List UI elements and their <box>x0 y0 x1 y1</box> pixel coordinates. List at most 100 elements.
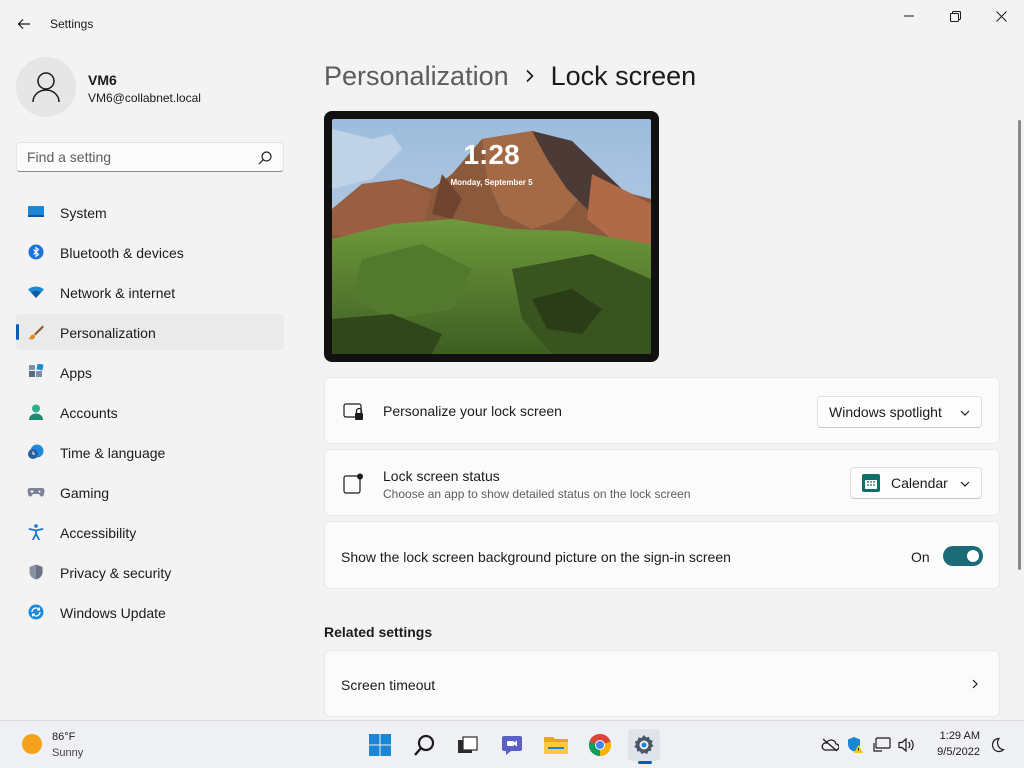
sidebar-item-label: Windows Update <box>60 605 166 621</box>
chrome-button[interactable] <box>584 729 616 761</box>
sidebar-nav: System Bluetooth & devices Network & int… <box>16 194 284 634</box>
page-title: Lock screen <box>550 60 697 91</box>
onedrive-offline-icon[interactable] <box>821 736 839 754</box>
sidebar-item-personalization[interactable]: Personalization <box>16 314 284 350</box>
settings-taskbar-button[interactable] <box>628 729 660 761</box>
sidebar-item-label: Apps <box>60 365 92 381</box>
sidebar-item-time-language[interactable]: Time & language <box>16 434 284 470</box>
signin-background-toggle[interactable] <box>943 546 983 566</box>
focus-assist-moon-icon[interactable] <box>988 736 1006 754</box>
status-icon <box>343 473 363 494</box>
apps-icon <box>29 364 44 377</box>
weather-temperature[interactable]: 86°F <box>52 731 75 743</box>
dropdown-value: Calendar <box>891 475 948 491</box>
user-email: VM6@collabnet.local <box>88 91 201 105</box>
clock-date[interactable]: 9/5/2022 <box>937 746 980 758</box>
app-title: Settings <box>50 17 94 31</box>
lock-screen-date: Monday, September 5 <box>450 178 533 187</box>
related-settings-heading: Related settings <box>324 624 433 640</box>
person-icon <box>32 72 60 103</box>
lock-screen-icon <box>343 403 363 420</box>
personalize-lock-screen-title: Personalize your lock screen <box>383 403 562 419</box>
bluetooth-icon <box>28 244 44 260</box>
sidebar-item-label: Network & internet <box>60 285 176 301</box>
active-app-indicator <box>638 761 652 764</box>
sidebar-item-apps[interactable]: Apps <box>16 354 284 390</box>
chrome-icon <box>588 733 612 757</box>
settings-icon <box>634 735 654 754</box>
calendar-icon <box>862 474 880 492</box>
chevron-right-icon <box>972 679 978 689</box>
sidebar-item-system[interactable]: System <box>16 194 284 230</box>
sidebar-item-bluetooth[interactable]: Bluetooth & devices <box>16 234 284 270</box>
security-warning-icon[interactable] <box>846 736 864 754</box>
close-icon <box>995 10 1007 22</box>
restore-icon <box>949 10 961 22</box>
network-icon[interactable] <box>873 736 891 754</box>
accessibility-icon <box>28 524 44 540</box>
sidebar-item-label: Time & language <box>60 445 166 461</box>
lock-screen-preview-image: 1:28 Monday, September 5 <box>332 119 651 354</box>
lock-screen-status-title: Lock screen status <box>383 468 500 484</box>
sidebar-item-label: System <box>60 205 107 221</box>
brush-icon <box>28 325 44 340</box>
close-button[interactable] <box>978 0 1024 32</box>
title-bar: Settings <box>0 0 1024 48</box>
sidebar-item-accessibility[interactable]: Accessibility <box>16 514 284 550</box>
restore-button[interactable] <box>932 0 978 32</box>
breadcrumb-parent-link[interactable]: Personalization <box>324 61 509 92</box>
personalize-lock-screen-dropdown[interactable]: Windows spotlight <box>817 396 982 428</box>
personalize-lock-screen-row: Personalize your lock screen Windows spo… <box>324 377 1000 444</box>
toggle-knob <box>967 550 979 562</box>
back-arrow-icon <box>17 19 30 29</box>
chat-icon <box>502 736 522 755</box>
sun-icon[interactable] <box>22 734 42 754</box>
clock-time[interactable]: 1:29 AM <box>940 730 980 742</box>
sidebar-item-privacy-security[interactable]: Privacy & security <box>16 554 284 590</box>
lock-screen-status-dropdown[interactable]: Calendar <box>850 467 982 499</box>
lock-screen-preview: 1:28 Monday, September 5 <box>324 111 659 362</box>
sidebar-item-label: Privacy & security <box>60 565 172 581</box>
chevron-down-icon <box>960 410 970 416</box>
toggle-state-label: On <box>911 549 930 565</box>
sidebar-item-accounts[interactable]: Accounts <box>16 394 284 430</box>
chevron-right-icon <box>525 69 535 83</box>
task-view-button[interactable] <box>451 729 483 761</box>
start-icon <box>369 734 391 756</box>
volume-icon[interactable] <box>897 736 915 754</box>
sidebar-item-windows-update[interactable]: Windows Update <box>16 594 284 630</box>
dropdown-value: Windows spotlight <box>829 404 942 420</box>
chevron-down-icon <box>960 481 970 487</box>
accounts-icon <box>29 404 43 420</box>
avatar[interactable] <box>16 57 76 117</box>
lock-screen-status-subtitle: Choose an app to show detailed status on… <box>383 487 691 501</box>
file-explorer-button[interactable] <box>540 729 572 761</box>
system-icon <box>28 206 44 217</box>
clock-globe-icon <box>28 444 44 459</box>
signin-background-row: Show the lock screen background picture … <box>324 521 1000 589</box>
search-icon[interactable] <box>257 150 273 166</box>
file-explorer-icon <box>544 737 568 754</box>
taskbar-search-button[interactable] <box>409 729 441 761</box>
start-button[interactable] <box>364 729 396 761</box>
back-button[interactable] <box>10 10 38 38</box>
search-input[interactable] <box>27 149 247 165</box>
sidebar-item-gaming[interactable]: Gaming <box>16 474 284 510</box>
screen-timeout-link[interactable]: Screen timeout <box>324 650 1000 717</box>
sidebar-item-label: Accessibility <box>60 525 137 541</box>
search-box[interactable] <box>16 142 284 172</box>
minimize-button[interactable] <box>886 0 932 32</box>
signin-background-title: Show the lock screen background picture … <box>341 549 731 565</box>
sidebar-item-label: Accounts <box>60 405 118 421</box>
sidebar-item-network[interactable]: Network & internet <box>16 274 284 310</box>
screen-timeout-label: Screen timeout <box>341 677 436 693</box>
scrollbar[interactable] <box>1018 120 1021 570</box>
update-icon <box>28 604 44 620</box>
weather-condition[interactable]: Sunny <box>52 747 83 759</box>
chat-button[interactable] <box>496 729 528 761</box>
minimize-icon <box>904 15 914 17</box>
search-icon <box>414 734 435 756</box>
shield-icon <box>29 564 43 580</box>
sidebar-item-label: Bluetooth & devices <box>60 245 184 261</box>
lock-screen-status-row: Lock screen status Choose an app to show… <box>324 449 1000 516</box>
